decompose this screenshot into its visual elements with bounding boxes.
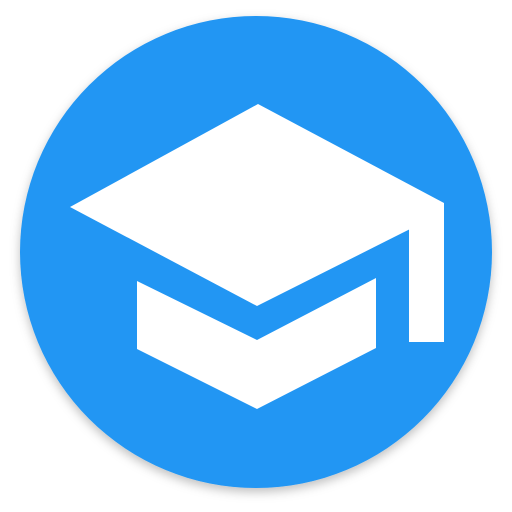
tassel-shape <box>409 208 444 342</box>
graduation-cap-icon <box>20 16 492 488</box>
app-icon <box>0 0 512 512</box>
